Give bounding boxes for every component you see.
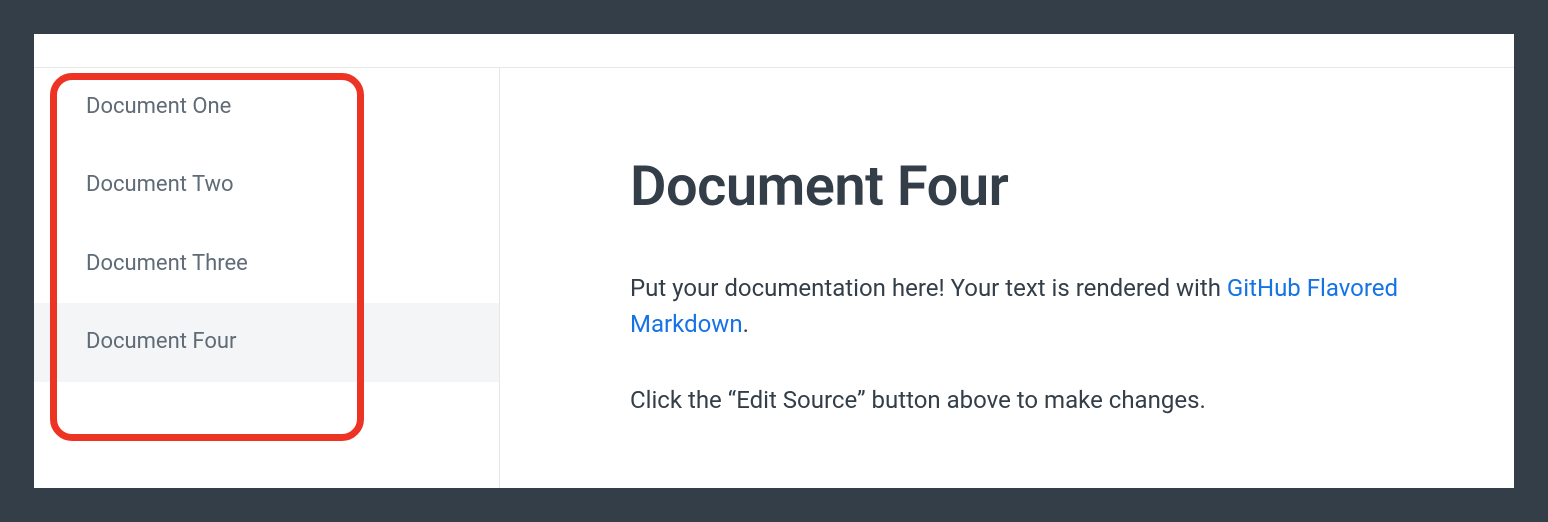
sidebar-item-label: Document Two [86,172,234,197]
sidebar-item-label: Document Three [86,251,248,276]
nav-list: Document One Document Two Document Three… [34,68,499,382]
paragraph-text: Put your documentation here! Your text i… [630,274,1227,302]
sidebar-item-document-four[interactable]: Document Four [34,303,499,381]
content-area: Document One Document Two Document Three… [34,68,1514,488]
app-window: Document One Document Two Document Three… [34,34,1514,488]
sidebar: Document One Document Two Document Three… [34,68,500,488]
main-content: Document Four Put your documentation her… [500,68,1514,488]
document-paragraph-2: Click the “Edit Source” button above to … [630,382,1450,418]
sidebar-item-document-three[interactable]: Document Three [34,225,499,303]
sidebar-item-document-one[interactable]: Document One [34,68,499,146]
sidebar-item-label: Document One [86,94,231,119]
sidebar-item-label: Document Four [86,329,236,354]
topbar [34,34,1514,68]
document-title: Document Four [630,156,1466,218]
paragraph-text-suffix: . [743,310,749,338]
document-paragraph-1: Put your documentation here! Your text i… [630,270,1450,342]
sidebar-item-document-two[interactable]: Document Two [34,146,499,224]
